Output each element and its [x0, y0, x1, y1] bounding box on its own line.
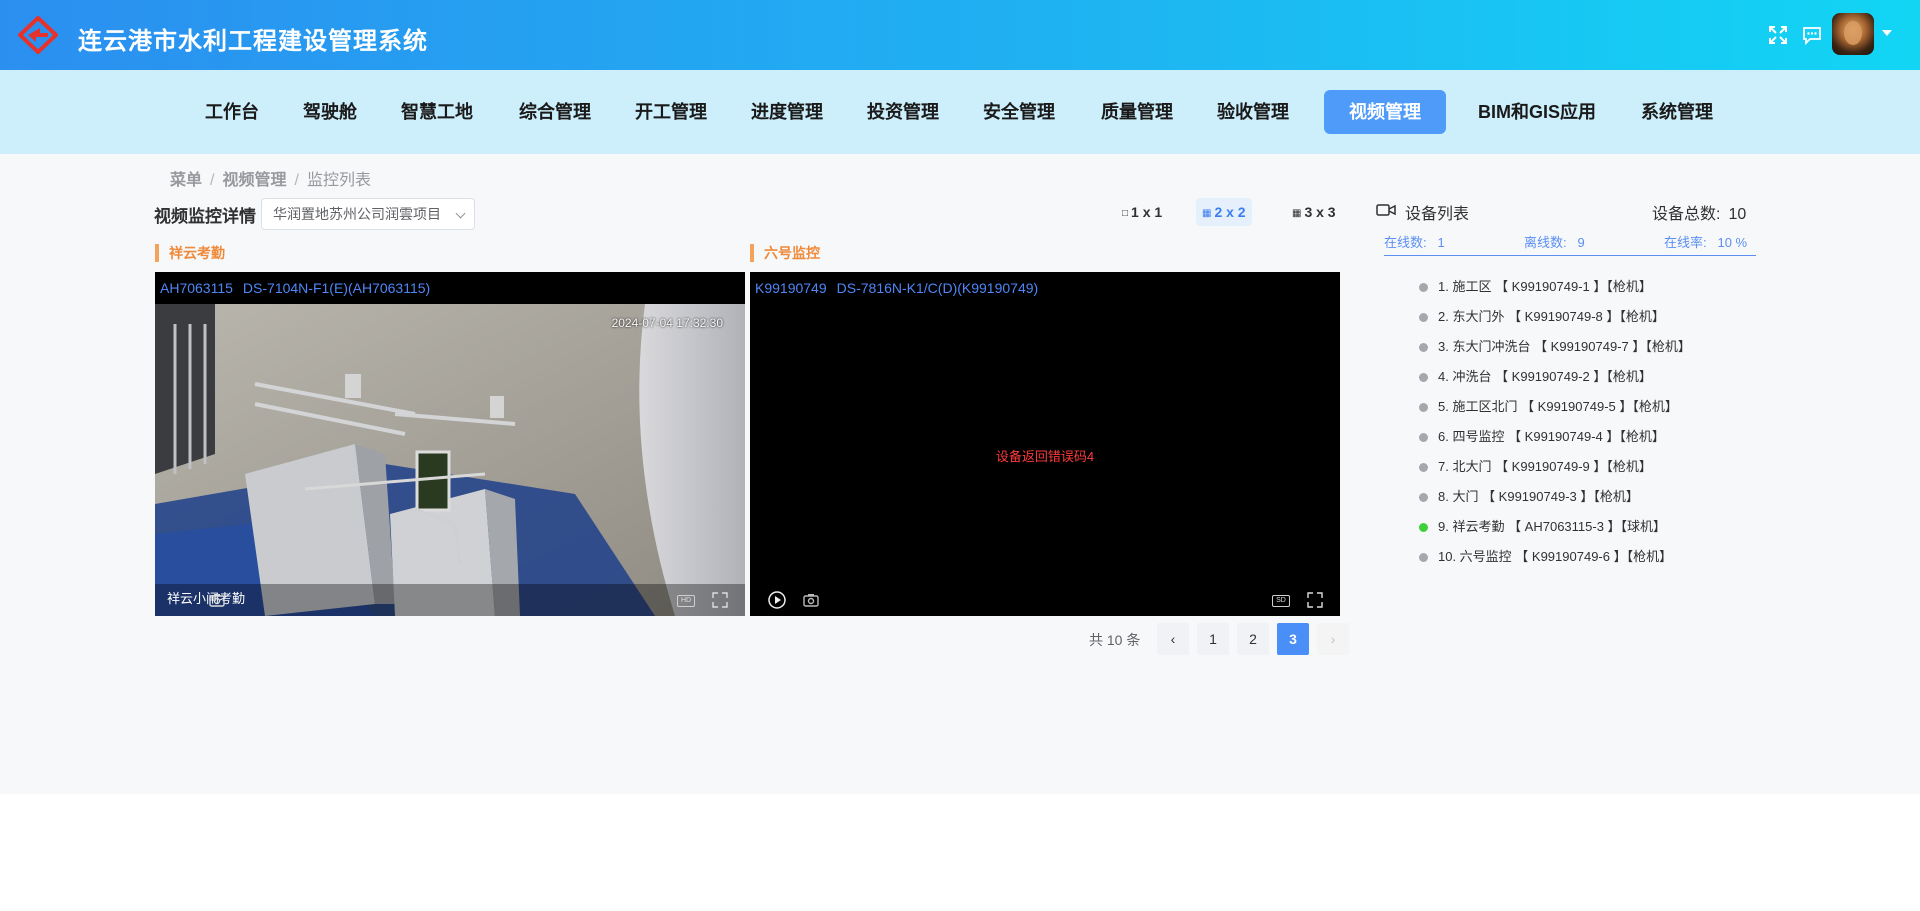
offline-count: 离线数: 9 [1524, 235, 1585, 250]
camera-feed-image [155, 304, 745, 616]
nav-item-start[interactable]: 开工管理 [626, 90, 716, 134]
top-header: 连云港市水利工程建设管理系统 [0, 0, 1920, 70]
device-list-item[interactable]: 9. 祥云考勤 【 AH7063115-3 】【球机】 [1418, 512, 1691, 542]
video-error-message: 设备返回错误码4 [995, 449, 1095, 464]
pagination-page-2[interactable]: 2 [1237, 623, 1269, 655]
nav-item-system[interactable]: 系统管理 [1632, 90, 1722, 134]
video-header-1: AH7063115 DS-7104N-F1(E)(AH7063115) [155, 272, 745, 304]
device-list-item[interactable]: 6. 四号监控 【 K99190749-4 】【枪机】 [1418, 422, 1691, 452]
nav-item-investment[interactable]: 投资管理 [858, 90, 948, 134]
device-list-item[interactable]: 5. 施工区北门 【 K99190749-5 】【枪机】 [1418, 392, 1691, 422]
video-player-1[interactable]: AH7063115 DS-7104N-F1(E)(AH7063115) 2024… [155, 272, 745, 616]
breadcrumb-section[interactable]: 视频管理 [222, 172, 286, 189]
status-dot [1419, 403, 1428, 412]
video-model-1: DS-7104N-F1(E)(AH7063115) [242, 280, 431, 296]
status-dot [1419, 373, 1428, 382]
nav-item-acceptance[interactable]: 验收管理 [1208, 90, 1298, 134]
quality-badge-hd[interactable]: HD [677, 595, 695, 607]
device-total-value: 10 [1728, 206, 1747, 223]
camera-title-1: 祥云考勤 [155, 244, 225, 262]
project-select-value: 华润置地苏州公司润雲项目 [273, 206, 441, 222]
camera-title-2: 六号监控 [750, 244, 820, 262]
breadcrumb: 菜单 / 视频管理 / 监控列表 [170, 172, 371, 189]
device-list-title: 设备列表 [1405, 206, 1470, 223]
camera-device-icon [1376, 204, 1396, 216]
pagination-prev-button[interactable]: ‹ [1157, 623, 1189, 655]
chevron-down-icon [455, 208, 466, 219]
video-serial-2: K99190749 [755, 280, 827, 296]
fullscreen-icon[interactable] [1767, 24, 1789, 46]
video-serial-1: AH7063115 [160, 280, 233, 296]
project-select[interactable]: 华润置地苏州公司润雲项目 [261, 198, 475, 230]
quality-badge-sd[interactable]: SD [1272, 595, 1290, 607]
logo-icon [18, 16, 58, 54]
layout-3x3-button[interactable]: ▦ 3 x 3 [1286, 198, 1342, 226]
video-osd-time: 2024-07-04 17:32:30 [611, 316, 723, 330]
fullscreen-video-icon[interactable] [1305, 590, 1325, 610]
panel-label: 视频监控详情 [154, 207, 256, 226]
layout-1x1-button[interactable]: □ 1 x 1 [1116, 198, 1168, 226]
device-list-item[interactable]: 1. 施工区 【 K99190749-1 】【枪机】 [1418, 272, 1691, 302]
content-area: 菜单 / 视频管理 / 监控列表 视频监控详情 华润置地苏州公司润雲项目 □ 1 x 1 … [0, 154, 1920, 794]
breadcrumb-root[interactable]: 菜单 [170, 172, 202, 189]
caret-down-icon[interactable] [1882, 30, 1892, 36]
grid-3x3-icon: ▦ [1292, 208, 1302, 219]
video-header-2: K99190749 DS-7816N-K1/C(D)(K99190749) [750, 272, 1340, 304]
status-dot [1419, 313, 1428, 322]
user-avatar[interactable] [1832, 13, 1874, 55]
video-player-2[interactable]: K99190749 DS-7816N-K1/C(D)(K99190749) 设备返… [750, 272, 1340, 616]
device-list: 1. 施工区 【 K99190749-1 】【枪机】 2. 东大门外 【 K99… [1418, 272, 1691, 572]
status-dot [1419, 553, 1428, 562]
snapshot-icon[interactable] [801, 590, 821, 610]
nav-item-safety[interactable]: 安全管理 [974, 90, 1064, 134]
device-list-item[interactable]: 2. 东大门外 【 K99190749-8 】【枪机】 [1418, 302, 1691, 332]
video-osd-name: 祥云小闸考勤 [167, 591, 246, 606]
pagination-page-3[interactable]: 3 [1277, 623, 1309, 655]
status-dot [1419, 343, 1428, 352]
pagination-next-button[interactable]: › [1317, 623, 1349, 655]
nav-item-video[interactable]: 视频管理 [1324, 90, 1446, 134]
pagination-total: 共 10 条 [1089, 632, 1141, 648]
device-total: 设备总数: 10 [1652, 206, 1747, 223]
online-rate: 在线率: 10 % [1664, 235, 1748, 250]
app-title: 连云港市水利工程建设管理系统 [78, 28, 428, 55]
nav-item-general[interactable]: 综合管理 [510, 90, 600, 134]
layout-2x2-button[interactable]: ▦ 2 x 2 [1196, 198, 1252, 226]
nav-item-progress[interactable]: 进度管理 [742, 90, 832, 134]
device-list-item[interactable]: 7. 北大门 【 K99190749-9 】【枪机】 [1418, 452, 1691, 482]
nav-item-cockpit[interactable]: 驾驶舱 [294, 90, 366, 134]
status-dot [1419, 433, 1428, 442]
online-count: 在线数: 1 [1384, 235, 1445, 250]
grid-2x2-icon: ▦ [1202, 208, 1212, 219]
square-icon: □ [1122, 208, 1129, 219]
message-icon[interactable] [1801, 24, 1823, 46]
nav-item-smart-site[interactable]: 智慧工地 [394, 90, 480, 134]
device-list-item[interactable]: 8. 大门 【 K99190749-3 】【枪机】 [1418, 482, 1691, 512]
status-dot [1419, 463, 1428, 472]
play-icon[interactable] [767, 590, 787, 610]
status-dot-online [1419, 523, 1428, 532]
video-model-2: DS-7816N-K1/C(D)(K99190749) [836, 280, 1039, 296]
status-dot [1419, 493, 1428, 502]
main-nav: 工作台 驾驶舱 智慧工地 综合管理 开工管理 进度管理 投资管理 安全管理 质量… [0, 70, 1920, 154]
nav-item-quality[interactable]: 质量管理 [1092, 90, 1182, 134]
breadcrumb-current: 监控列表 [306, 172, 371, 189]
pagination-page-1[interactable]: 1 [1197, 623, 1229, 655]
device-stats: 在线数: 1 离线数: 9 在线率: 10 % [1384, 230, 1756, 256]
device-list-item[interactable]: 10. 六号监控 【 K99190749-6 】【枪机】 [1418, 542, 1691, 572]
nav-item-bim-gis[interactable]: BIM和GIS应用 [1472, 90, 1602, 134]
device-list-item[interactable]: 4. 冲洗台 【 K99190749-2 】【枪机】 [1418, 362, 1691, 392]
snapshot-icon[interactable] [207, 590, 227, 610]
device-list-item[interactable]: 3. 东大门冲洗台 【 K99190749-7 】【枪机】 [1418, 332, 1691, 362]
fullscreen-video-icon[interactable] [710, 590, 730, 610]
status-dot [1419, 283, 1428, 292]
nav-item-workbench[interactable]: 工作台 [196, 90, 268, 134]
